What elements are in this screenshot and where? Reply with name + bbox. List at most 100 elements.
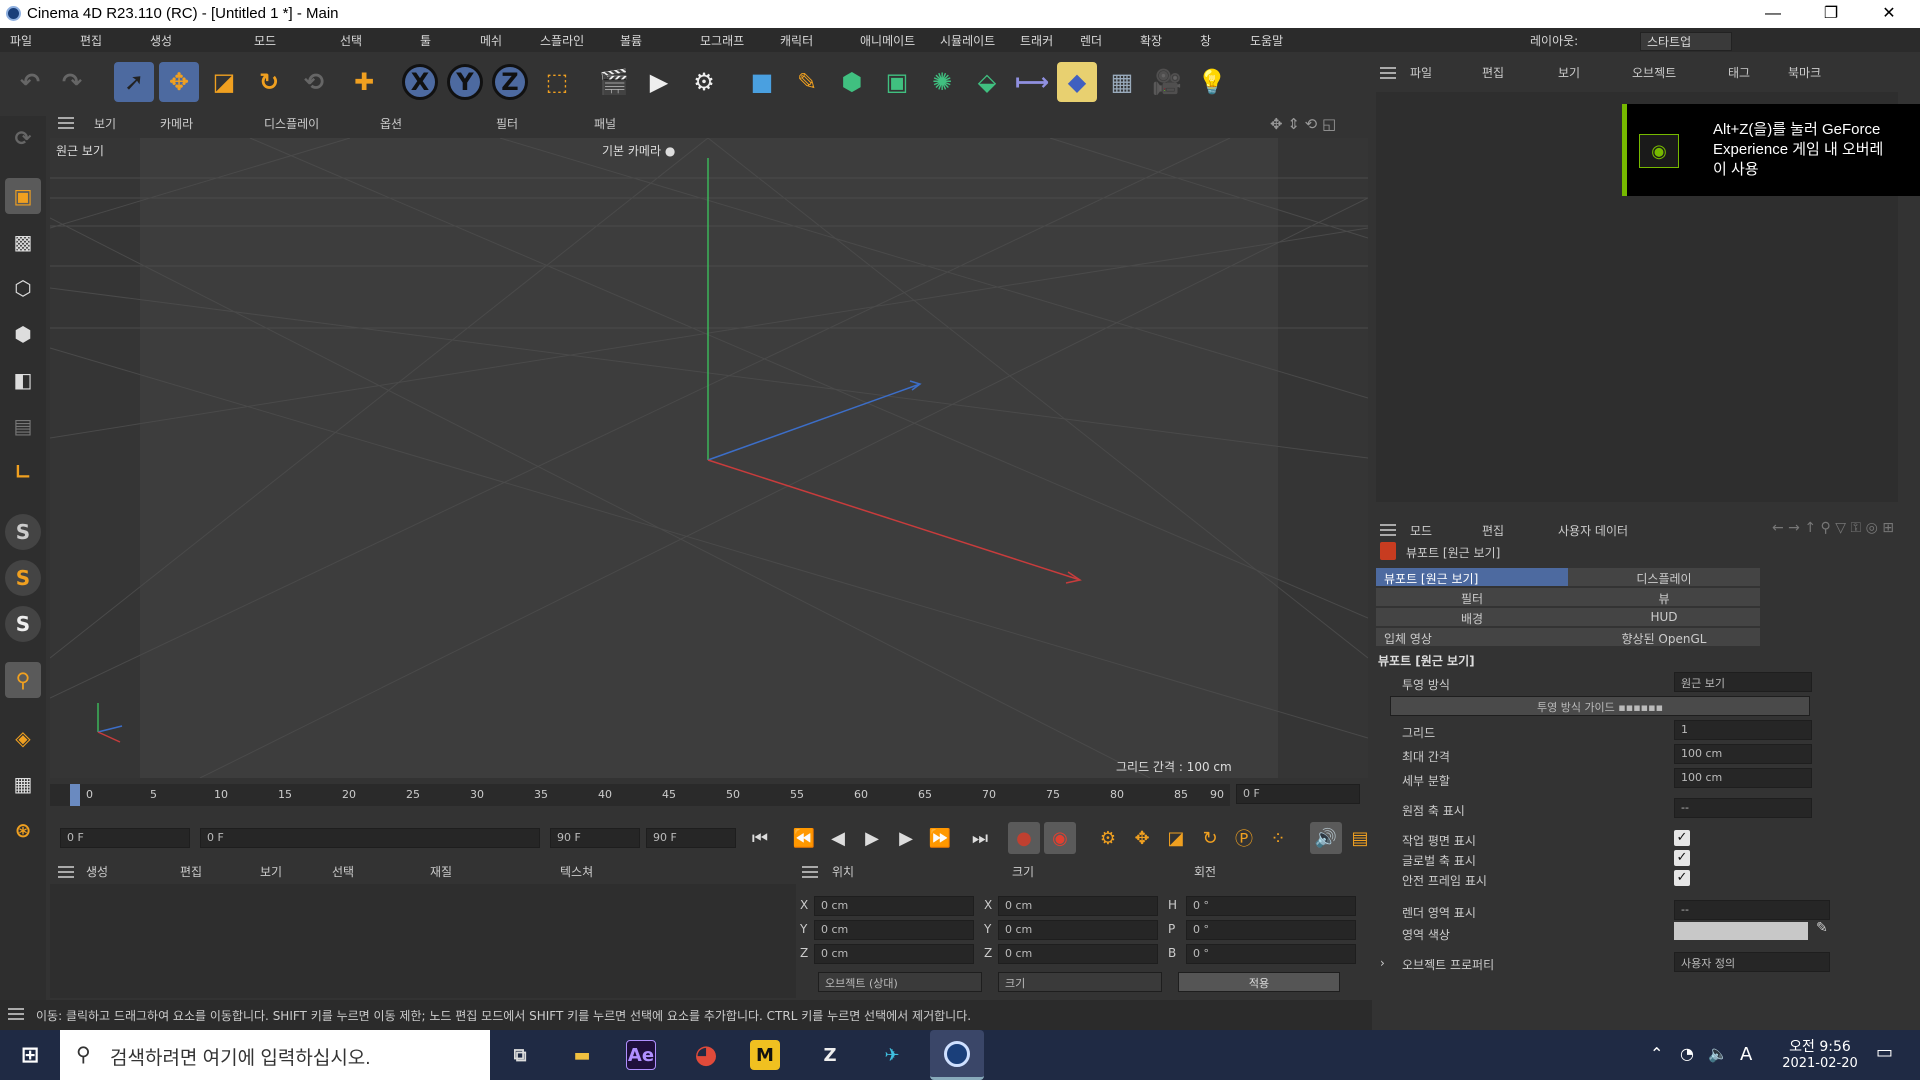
- snap-icon[interactable]: S: [5, 514, 41, 550]
- subdivision-surface-icon[interactable]: ⬢: [832, 62, 872, 102]
- material-menu-create[interactable]: 생성: [86, 863, 108, 880]
- coordinate-system-icon[interactable]: ⬚: [537, 62, 577, 102]
- menu-tracker[interactable]: 트래커: [1020, 32, 1053, 49]
- next-frame-icon[interactable]: ▶: [890, 822, 922, 854]
- viewport-menu-options[interactable]: 옵션: [380, 115, 402, 132]
- deformer-icon[interactable]: ⟼: [1012, 62, 1052, 102]
- key-scale-icon[interactable]: ◪: [1160, 822, 1192, 854]
- tab-background[interactable]: 배경: [1376, 608, 1568, 626]
- menu-file[interactable]: 파일: [10, 32, 32, 49]
- menu-mograph[interactable]: 모그래프: [700, 32, 744, 49]
- scale-tool-icon[interactable]: ◪: [204, 62, 244, 102]
- material-menu-texture[interactable]: 텍스쳐: [560, 863, 593, 880]
- viewport-default-camera-label[interactable]: 기본 카메라 ●: [602, 142, 675, 159]
- field-icon[interactable]: ◆: [1057, 62, 1097, 102]
- snap-settings-icon[interactable]: S: [5, 560, 41, 596]
- menu-spline[interactable]: 스플라인: [540, 32, 584, 49]
- material-menu-select[interactable]: 선택: [332, 863, 354, 880]
- tray-chevron-icon[interactable]: ⌃: [1650, 1044, 1663, 1063]
- clock-date[interactable]: 2021-02-20: [1770, 1056, 1870, 1071]
- region-color-swatch[interactable]: [1674, 922, 1808, 940]
- tab-enhanced-opengl[interactable]: 향상된 OpenGL: [1568, 628, 1760, 646]
- hamburger-icon[interactable]: [58, 117, 74, 129]
- m-app-icon[interactable]: M: [750, 1040, 780, 1070]
- object-properties-select[interactable]: 사용자 정의: [1674, 952, 1830, 972]
- key-rotation-icon[interactable]: ↻: [1194, 822, 1226, 854]
- viewport-menu-display[interactable]: 디스플레이: [264, 115, 319, 132]
- redo-icon[interactable]: ↷: [52, 62, 92, 102]
- tab-stereoscopic[interactable]: 입체 영상: [1376, 628, 1568, 646]
- play-icon[interactable]: ▶: [856, 822, 888, 854]
- render-view-icon[interactable]: 🎬: [594, 62, 634, 102]
- mograph-cloner-icon[interactable]: ✺: [922, 62, 962, 102]
- coord-pos-x-field[interactable]: 0 cm: [814, 896, 974, 916]
- undo-icon[interactable]: ↶: [10, 62, 50, 102]
- status-hamburger-icon[interactable]: [8, 1008, 24, 1020]
- projection-select[interactable]: 원근 보기: [1674, 672, 1812, 692]
- task-view-icon[interactable]: ⧉: [502, 1037, 538, 1073]
- objects-menu-view[interactable]: 보기: [1558, 64, 1580, 81]
- menu-mode[interactable]: 모드: [254, 32, 276, 49]
- minimize-button[interactable]: —: [1744, 0, 1802, 28]
- move-tool-icon[interactable]: ✥: [159, 62, 199, 102]
- light-icon[interactable]: 💡: [1192, 62, 1232, 102]
- menu-character[interactable]: 캐릭터: [780, 32, 813, 49]
- notification-icon[interactable]: ▭: [1876, 1042, 1893, 1063]
- axis-mode-icon[interactable]: ∟: [5, 454, 41, 490]
- clock-time[interactable]: 오전 9:56: [1780, 1036, 1860, 1056]
- viewport-menu-panel[interactable]: 패널: [594, 115, 616, 132]
- key-position-icon[interactable]: ✥: [1126, 822, 1158, 854]
- edges-mode-icon[interactable]: ⬢: [5, 316, 41, 352]
- cube-icon[interactable]: ■: [742, 62, 782, 102]
- rotate-tool-icon[interactable]: ↻: [249, 62, 289, 102]
- next-key-icon[interactable]: ⏩: [924, 822, 956, 854]
- material-hamburger-icon[interactable]: [58, 866, 74, 878]
- material-menu-view[interactable]: 보기: [260, 863, 282, 880]
- goto-start-icon[interactable]: ⏮: [744, 822, 776, 854]
- cinema4d-taskbar-icon[interactable]: [930, 1030, 984, 1080]
- recent-tool-icon[interactable]: ⟲: [294, 62, 334, 102]
- tab-hud[interactable]: HUD: [1568, 608, 1760, 626]
- taskbar-search-box[interactable]: ⚲ 검색하려면 여기에 입력하십시오.: [60, 1030, 490, 1080]
- subdivision-field[interactable]: 100 cm: [1674, 768, 1812, 788]
- texture-mode-icon[interactable]: ▩: [5, 224, 41, 260]
- start-frame-field[interactable]: 0 F: [60, 828, 190, 848]
- coord-apply-button[interactable]: 적용: [1178, 972, 1340, 992]
- timeline-playhead[interactable]: [70, 784, 80, 806]
- geforce-overlay-toast[interactable]: ◉ Alt+Z(을)를 눌러 GeForce Experience 게임 내 오…: [1622, 104, 1920, 196]
- preview-end-field[interactable]: 90 F: [550, 828, 640, 848]
- menu-extensions[interactable]: 확장: [1140, 32, 1162, 49]
- coordinates-hamburger-icon[interactable]: [802, 866, 818, 878]
- chrome-icon[interactable]: ◕: [688, 1037, 724, 1073]
- viewport-menu-view[interactable]: 보기: [94, 115, 116, 132]
- volume-icon[interactable]: 🔈: [1708, 1044, 1728, 1063]
- origin-axis-select[interactable]: --: [1674, 798, 1812, 818]
- menu-help[interactable]: 도움말: [1250, 32, 1283, 49]
- viewport-nav-icons[interactable]: ✥ ⇕ ⟲ ◱: [1270, 115, 1336, 133]
- extrude-icon[interactable]: ▣: [877, 62, 917, 102]
- x-axis-lock-button[interactable]: X: [402, 64, 438, 100]
- render-region-select[interactable]: --: [1674, 900, 1830, 920]
- locked-workplane-icon[interactable]: ▦: [5, 766, 41, 802]
- viewport-menu-filter[interactable]: 필터: [496, 115, 518, 132]
- keyframe-selection-icon[interactable]: ⚙: [1092, 822, 1124, 854]
- add-tool-icon[interactable]: ✚: [344, 62, 384, 102]
- menu-animate[interactable]: 애니메이트: [860, 32, 915, 49]
- objects-menu-bookmark[interactable]: 북마크: [1788, 64, 1821, 81]
- material-manager-area[interactable]: [50, 884, 796, 998]
- goto-end-icon[interactable]: ⏭: [964, 822, 996, 854]
- layout-select[interactable]: 스타트업: [1640, 32, 1733, 51]
- eyedropper-icon[interactable]: ✎: [1816, 920, 1828, 936]
- tab-view[interactable]: 뷰: [1568, 588, 1760, 606]
- timeline-ruler[interactable]: 0 5 10 15 20 25 30 35 40 45 50 55 60 65 …: [50, 784, 1230, 806]
- camera-icon[interactable]: 🎥: [1147, 62, 1187, 102]
- fracture-icon[interactable]: ⬙: [967, 62, 1007, 102]
- show-safe-frame-checkbox[interactable]: ✓: [1674, 870, 1690, 886]
- floor-icon[interactable]: ▦: [1102, 62, 1142, 102]
- grid-field[interactable]: 1: [1674, 720, 1812, 740]
- attributes-menu-mode[interactable]: 모드: [1410, 522, 1432, 539]
- show-global-axis-checkbox[interactable]: ✓: [1674, 850, 1690, 866]
- end-frame-field[interactable]: 90 F: [646, 828, 736, 848]
- attributes-menu-edit[interactable]: 편집: [1482, 522, 1504, 539]
- viewport[interactable]: 원근 보기 기본 카메라 ● 그리드 간격 : 100 cm: [50, 138, 1368, 778]
